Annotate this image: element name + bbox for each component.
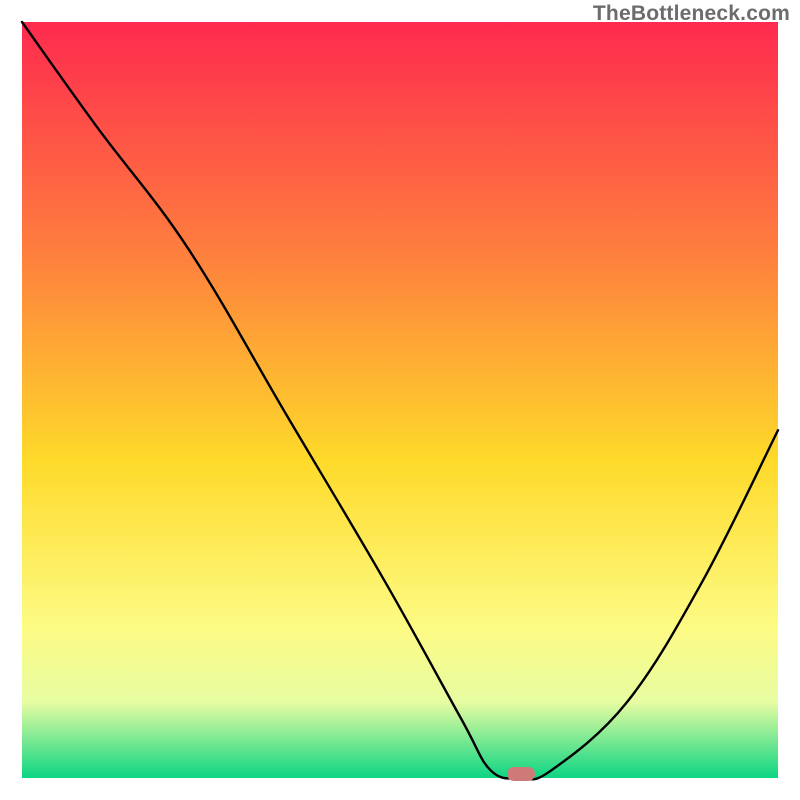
chart-curve bbox=[22, 22, 778, 778]
minimum-marker bbox=[507, 767, 535, 781]
chart-stage: TheBottleneck.com bbox=[0, 0, 800, 800]
attribution-label: TheBottleneck.com bbox=[593, 2, 790, 26]
